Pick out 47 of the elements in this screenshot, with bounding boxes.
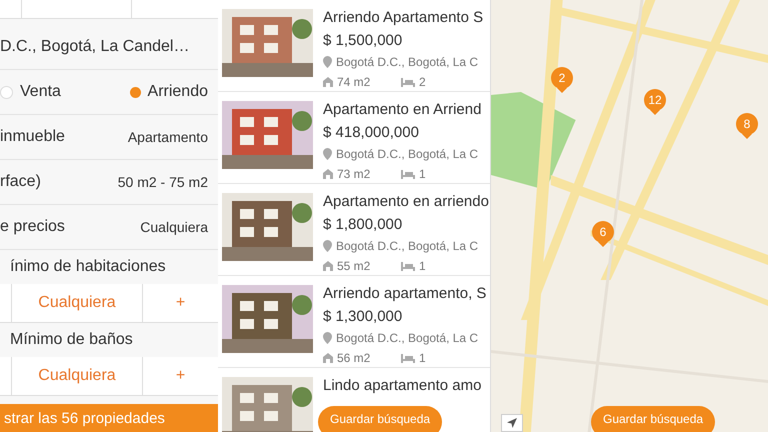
filter-label: inmueble [0,128,65,146]
house-icon [323,77,333,87]
filter-label: Mínimo de baños [10,331,133,349]
pin-icon [323,240,332,252]
listing-location: Bogotá D.C., Bogotá, La C [336,331,478,345]
listing-price: $ 1,800,000 [323,216,404,233]
listing-price: $ 1,500,000 [323,32,404,49]
listing-title[interactable]: Lindo apartamento amo [323,377,482,394]
listing-title[interactable]: Apartamento en arriendo [323,193,489,210]
listing-title[interactable]: Arriendo Apartamento S [323,9,484,26]
house-icon [323,261,333,271]
listing-location: Bogotá D.C., Bogotá, La C [336,55,478,69]
save-search-button[interactable]: Guardar búsqueda [591,406,716,432]
filter-value[interactable]: Apartamento [128,129,208,145]
filter-label: e precios [0,218,65,236]
listing-location: Bogotá D.C., Bogotá, La C [336,147,478,161]
bed-icon [401,170,415,178]
show-results-button[interactable]: strar las 56 propiedades [0,404,218,432]
save-search-button[interactable]: Guardar búsqueda [318,406,442,432]
radio-option[interactable]: Arriendo [130,83,208,101]
listing-rooms: 1 [419,351,426,365]
bed-icon [401,78,415,86]
bed-icon [401,262,415,270]
listing-area: 56 m2 [337,351,397,365]
listing-price: $ 418,000,000 [323,124,420,141]
location-text: D.C., Bogotá, La Candel… [0,38,190,56]
pin-icon [323,148,332,160]
listing-rooms: 2 [419,75,426,89]
filter-value[interactable]: Cualquiera [140,219,208,235]
house-icon [323,169,333,179]
listing-title[interactable]: Arriendo apartamento, S [323,285,486,302]
listing-rooms: 1 [419,167,426,181]
listing-rooms: 1 [419,259,426,273]
pin-icon [323,56,332,68]
listing-area: 73 m2 [337,167,397,181]
listing-location: Bogotá D.C., Bogotá, La C [336,239,478,253]
radio-option[interactable]: Venta [0,83,61,101]
bed-icon [401,354,415,362]
filter-label: rface) [0,173,41,191]
listing-title[interactable]: Apartamento en Arriend [323,101,482,118]
listing-area: 55 m2 [337,259,397,273]
filter-label: ínimo de habitaciones [10,258,166,276]
listing-area: 74 m2 [337,75,397,89]
house-icon [323,353,333,363]
pin-icon [323,332,332,344]
listing-price: $ 1,300,000 [323,308,404,325]
filter-value[interactable]: 50 m2 - 75 m2 [118,174,208,190]
